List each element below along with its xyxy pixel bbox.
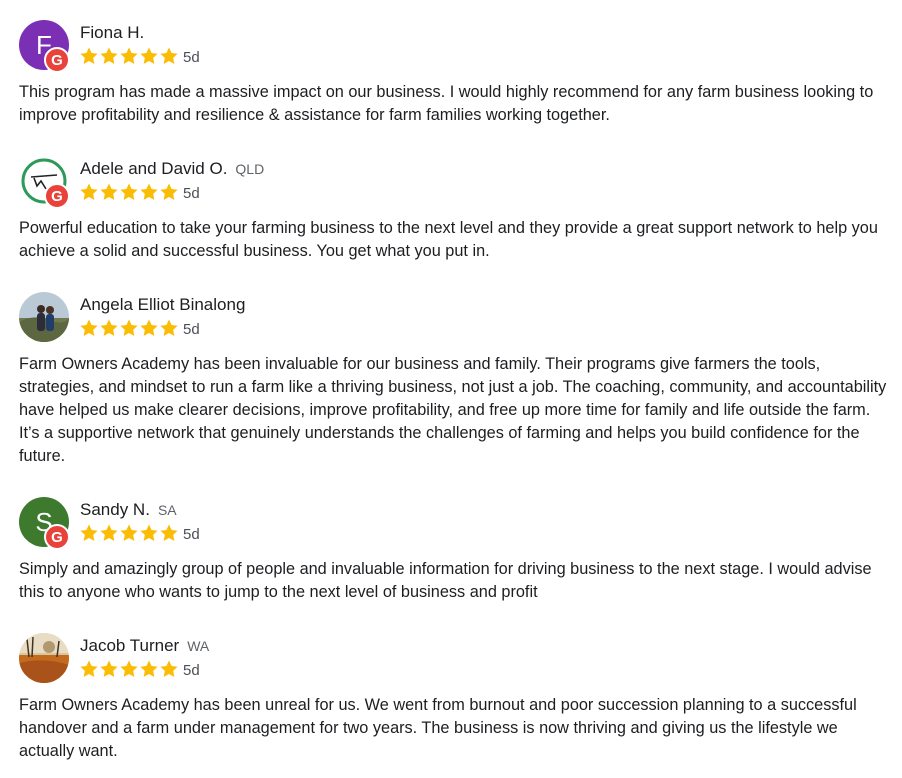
star-rating — [79, 46, 179, 66]
review-text: Farm Owners Academy has been unreal for … — [19, 696, 857, 760]
star-icon — [99, 182, 119, 202]
reviewer-name[interactable]: Jacob Turner — [80, 636, 179, 656]
star-icon — [119, 318, 139, 338]
review-age: 5d — [183, 661, 200, 679]
star-icon — [119, 46, 139, 66]
star-icon — [79, 659, 99, 679]
review-text: This program has made a massive impact o… — [19, 83, 874, 124]
star-icon — [139, 659, 159, 679]
star-icon — [99, 523, 119, 543]
star-icon — [139, 318, 159, 338]
profile-photo — [19, 633, 69, 683]
star-rating — [79, 318, 179, 338]
reviewer-region: QLD — [235, 161, 265, 177]
star-icon — [159, 659, 179, 679]
star-icon — [79, 182, 99, 202]
star-icon — [159, 182, 179, 202]
star-icon — [99, 659, 119, 679]
star-icon — [159, 318, 179, 338]
profile-photo — [19, 292, 69, 342]
avatar[interactable] — [19, 633, 69, 683]
review-text: Simply and amazingly group of people and… — [19, 560, 872, 601]
star-icon — [139, 182, 159, 202]
google-icon: G — [44, 47, 70, 73]
reviewer-name[interactable]: Sandy N. — [80, 500, 150, 520]
star-icon — [119, 659, 139, 679]
review-age: 5d — [183, 48, 200, 66]
star-icon — [119, 182, 139, 202]
reviewer-name[interactable]: Angela Elliot Binalong — [80, 295, 245, 315]
star-icon — [79, 523, 99, 543]
reviewer-region: WA — [187, 638, 210, 654]
review-text: Powerful education to take your farming … — [19, 219, 878, 260]
review-text: Farm Owners Academy has been invaluable … — [19, 355, 887, 465]
review-age: 5d — [183, 525, 200, 543]
google-icon: G — [44, 183, 70, 209]
star-icon — [159, 46, 179, 66]
star-icon — [139, 46, 159, 66]
avatar[interactable] — [19, 292, 69, 342]
star-icon — [99, 46, 119, 66]
star-icon — [159, 523, 179, 543]
reviewer-name[interactable]: Fiona H. — [80, 23, 144, 43]
reviewer-region: SA — [157, 502, 177, 518]
star-rating — [79, 523, 179, 543]
star-icon — [139, 523, 159, 543]
star-rating — [79, 182, 179, 202]
review-age: 5d — [183, 320, 200, 338]
review-age: 5d — [183, 184, 200, 202]
star-rating — [79, 659, 179, 679]
star-icon — [99, 318, 119, 338]
star-icon — [79, 318, 99, 338]
google-icon: G — [44, 524, 70, 550]
reviewer-name[interactable]: Adele and David O. — [80, 159, 227, 179]
star-icon — [79, 46, 99, 66]
star-icon — [119, 523, 139, 543]
